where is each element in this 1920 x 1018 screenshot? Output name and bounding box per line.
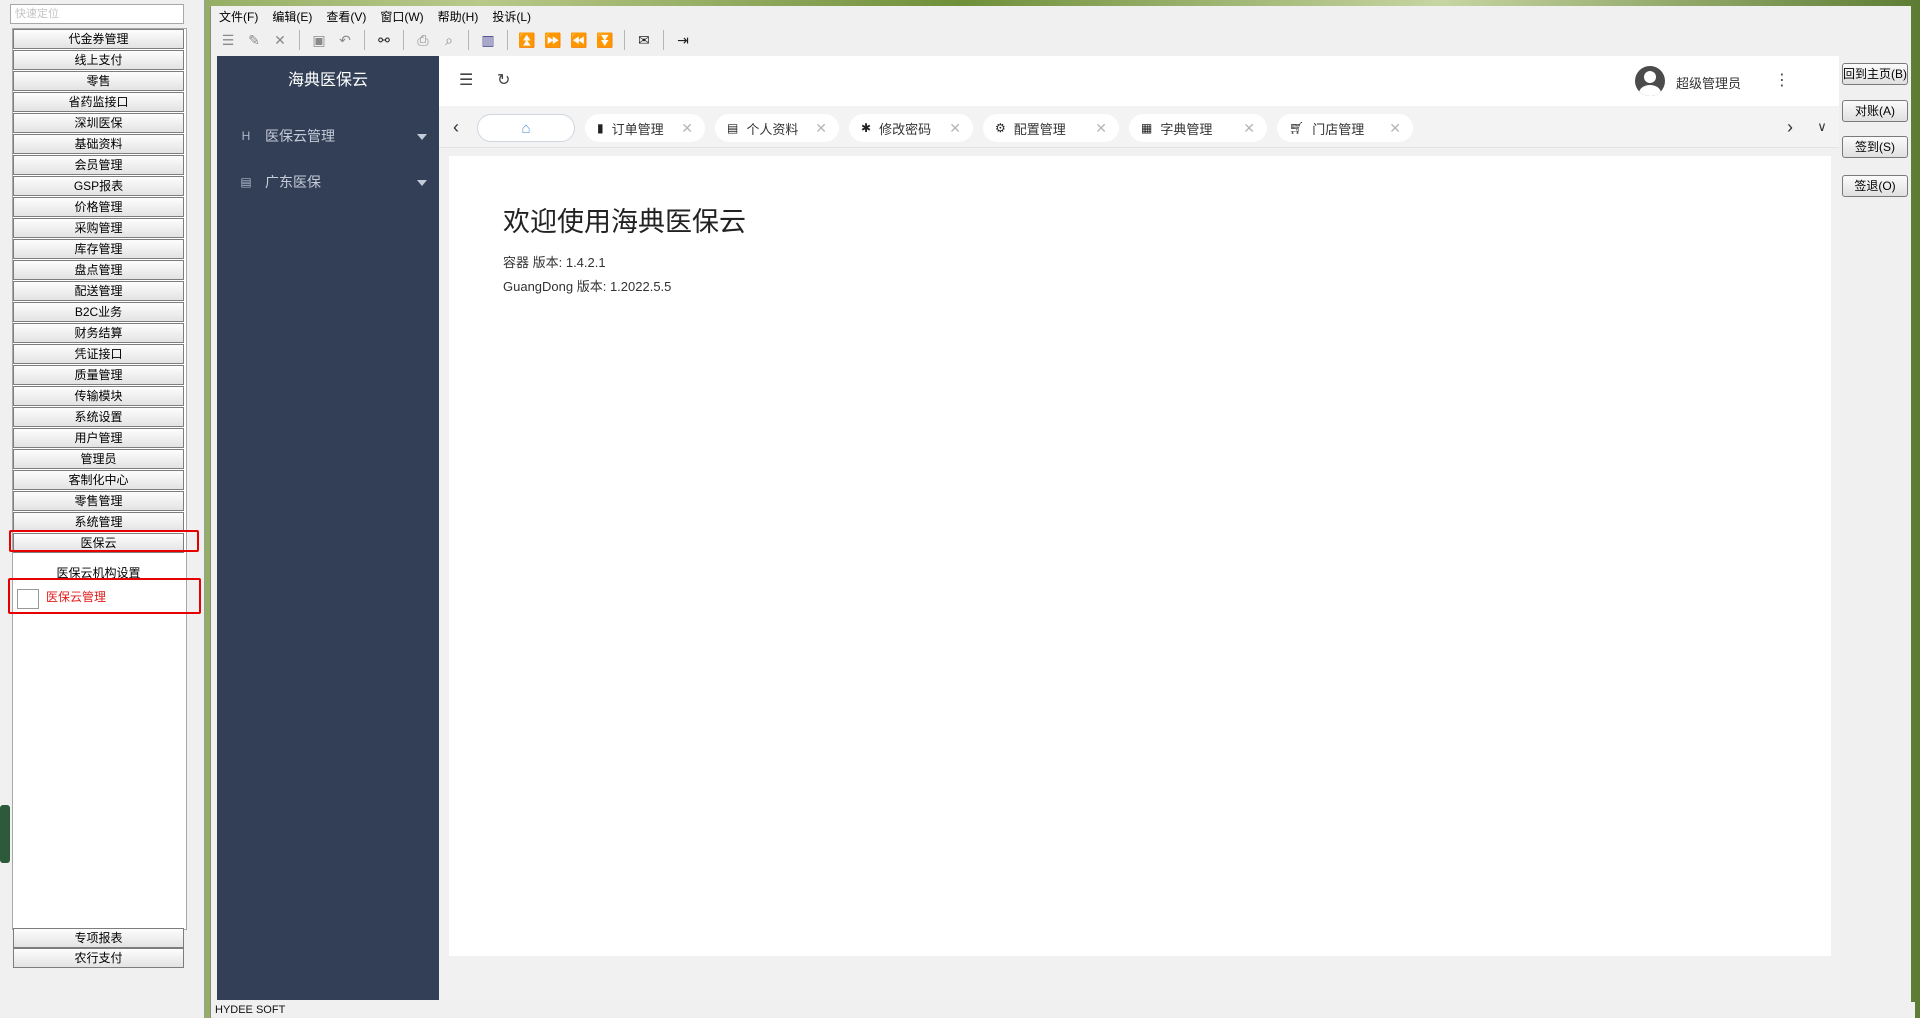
- side-menu-yibaoyun-management[interactable]: H 医保云管理: [217, 114, 439, 158]
- status-bar: HYDEE SOFT: [211, 1002, 1915, 1018]
- main-window: 文件(F) 编辑(E) 查看(V) 窗口(W) 帮助(H) 投诉(L) ☰ ✎ …: [210, 6, 1915, 1018]
- menu-help[interactable]: 帮助(H): [438, 8, 479, 25]
- user-name[interactable]: 超级管理员: [1676, 73, 1741, 92]
- close-icon[interactable]: ✕: [949, 120, 961, 137]
- container-version: 容器 版本: 1.4.2.1: [503, 255, 606, 270]
- hospital-icon: H: [241, 129, 251, 143]
- close-icon[interactable]: ✕: [1389, 120, 1401, 137]
- first-record-icon[interactable]: ⏫: [516, 29, 538, 51]
- delete-icon[interactable]: ✕: [269, 29, 291, 51]
- tab-store-management[interactable]: 🛒︎ 门店管理 ✕: [1277, 114, 1413, 142]
- menu-bar: 文件(F) 编辑(E) 查看(V) 窗口(W) 帮助(H) 投诉(L): [211, 6, 1911, 26]
- toolbar-separator: [403, 30, 404, 50]
- tab-label: 门店管理: [1312, 121, 1365, 137]
- print-preview-icon[interactable]: ⌕: [438, 29, 460, 51]
- panel-resize-grip[interactable]: [0, 805, 10, 863]
- tab-label: 订单管理: [611, 121, 664, 137]
- home-icon: ⌂: [521, 119, 531, 137]
- caret-down-icon: [417, 134, 427, 140]
- toolbar-separator: [624, 30, 625, 50]
- toolbar-separator: [364, 30, 365, 50]
- tab-config-management[interactable]: ⚙ 配置管理 ✕: [983, 114, 1119, 142]
- save-icon[interactable]: ▣: [308, 29, 330, 51]
- tab-label: 修改密码: [879, 121, 932, 137]
- menu-file[interactable]: 文件(F): [219, 8, 258, 25]
- tabs-dropdown-icon[interactable]: ∨: [1809, 114, 1835, 140]
- menu-window[interactable]: 窗口(W): [380, 8, 423, 25]
- side-menu-guangdong-yibao[interactable]: ▤ 广东医保: [217, 160, 439, 204]
- tab-home[interactable]: ⌂: [477, 114, 575, 142]
- id-card-icon: ▤: [727, 121, 739, 135]
- welcome-title: 欢迎使用海典医保云: [503, 207, 746, 238]
- tab-personal-info[interactable]: ▤ 个人资料 ✕: [715, 114, 839, 142]
- side-menu-label: 广东医保: [265, 174, 321, 190]
- toolbar: ☰ ✎ ✕ ▣ ↶ ⚯ ⎙ ⌕ ▥ ⏫ ⏩ ⏪ ⏬ ✉ ⇥: [215, 27, 745, 53]
- binoculars-icon[interactable]: ⚯: [373, 29, 395, 51]
- edit-icon[interactable]: ✎: [243, 29, 265, 51]
- tab-change-password[interactable]: ✱ 修改密码 ✕: [849, 114, 973, 142]
- cog-icon: ⚙: [995, 121, 1006, 135]
- menu-view[interactable]: 查看(V): [326, 8, 366, 25]
- menu-collapse-icon[interactable]: ☰: [459, 70, 473, 90]
- refresh-icon[interactable]: ↻: [497, 70, 510, 90]
- nav-item-special-reports[interactable]: 专项报表: [13, 928, 184, 948]
- building-icon: ▤: [240, 175, 252, 189]
- next-record-icon[interactable]: ⏩: [542, 29, 564, 51]
- content-area: 欢迎使用海典医保云 容器 版本: 1.4.2.1 GuangDong 版本: 1…: [439, 148, 1839, 1000]
- menu-complaint[interactable]: 投诉(L): [492, 8, 531, 25]
- tab-label: 个人资料: [746, 121, 799, 137]
- book-icon: ▮: [597, 121, 604, 135]
- tabs-scroll-right-icon[interactable]: ›: [1777, 114, 1803, 140]
- close-icon[interactable]: ✕: [1243, 120, 1255, 137]
- last-record-icon[interactable]: ⏬: [594, 29, 616, 51]
- tab-label: 配置管理: [1013, 121, 1066, 137]
- web-header: ☰ ↻ 超级管理员 ⋮: [439, 56, 1839, 106]
- toolbar-separator: [468, 30, 469, 50]
- tab-order-management[interactable]: ▮ 订单管理 ✕: [585, 114, 705, 142]
- close-icon[interactable]: ✕: [815, 120, 827, 137]
- reconcile-button[interactable]: 对账(A): [1842, 100, 1908, 122]
- web-sidebar: 海典医保云 H 医保云管理 ▤ 广东医保: [217, 56, 439, 1000]
- mail-icon[interactable]: ✉: [633, 29, 655, 51]
- caret-down-icon: [417, 180, 427, 186]
- sign-out-button[interactable]: 签退(O): [1842, 175, 1908, 197]
- tabs-bar: ‹ ⌂ ▮ 订单管理 ✕ ▤ 个人资料 ✕ ✱ 修改密码 ✕ ⚙ 配置管理 ✕ …: [439, 106, 1839, 148]
- guangdong-version: GuangDong 版本: 1.2022.5.5: [503, 279, 672, 294]
- tab-dictionary-management[interactable]: ▦ 字典管理 ✕: [1129, 114, 1267, 142]
- cart-icon: 🛒︎: [1289, 121, 1305, 135]
- exit-icon[interactable]: ⇥: [672, 29, 694, 51]
- undo-icon[interactable]: ↶: [334, 29, 356, 51]
- toolbar-separator: [663, 30, 664, 50]
- menu-edit[interactable]: 编辑(E): [272, 8, 312, 25]
- prev-record-icon[interactable]: ⏪: [568, 29, 590, 51]
- more-vertical-icon[interactable]: ⋮: [1774, 70, 1790, 90]
- list-alt-icon: ▦: [1141, 121, 1153, 135]
- nav-item-abc-payment[interactable]: 农行支付: [13, 948, 184, 968]
- tabs-scroll-left-icon[interactable]: ‹: [443, 114, 469, 140]
- brand-title: 海典医保云: [287, 72, 368, 89]
- back-to-home-button[interactable]: 回到主页(B): [1842, 63, 1908, 85]
- close-icon[interactable]: ✕: [681, 120, 693, 137]
- tab-label: 字典管理: [1160, 121, 1213, 137]
- side-menu-label: 医保云管理: [265, 128, 335, 144]
- print-icon[interactable]: ⎙: [412, 29, 434, 51]
- welcome-card: 欢迎使用海典医保云 容器 版本: 1.4.2.1 GuangDong 版本: 1…: [449, 156, 1831, 956]
- list-icon[interactable]: ☰: [217, 29, 239, 51]
- close-icon[interactable]: ✕: [1095, 120, 1107, 137]
- toolbar-separator: [507, 30, 508, 50]
- sign-in-button[interactable]: 签到(S): [1842, 136, 1908, 158]
- toolbar-separator: [299, 30, 300, 50]
- chart-icon[interactable]: ▥: [477, 29, 499, 51]
- asterisk-icon: ✱: [861, 121, 872, 135]
- user-avatar[interactable]: [1635, 66, 1665, 96]
